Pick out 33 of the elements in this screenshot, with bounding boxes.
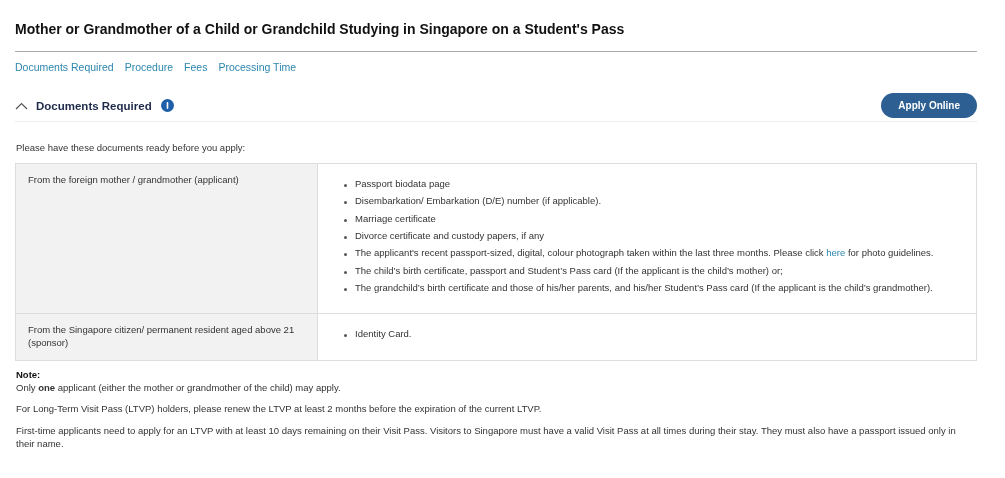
anchor-link[interactable]: Fees [184, 61, 208, 73]
note-text: For Long-Term Visit Pass (LTVP) holders, please renew the LTVP at least 2 months before the expiration of the current LTVP. [16, 403, 543, 417]
bullet-icon [344, 236, 347, 240]
intro-text: Please have these documents ready before you apply: [16, 142, 247, 153]
document-item: The applicant's recent passport-sized, digital, colour photograph taken within the last three months. Please click here for photo guidelines. [355, 247, 934, 260]
apply-online-button[interactable]: Apply Online [881, 93, 977, 118]
document-item: Identity Card. [355, 328, 412, 341]
bullet-icon [344, 184, 347, 187]
anchor-link[interactable]: Procedure [124, 61, 174, 73]
note-heading: Note: [16, 368, 42, 382]
bullet-icon [344, 270, 347, 274]
bullet-icon [344, 218, 347, 222]
section-title: Documents Required [36, 99, 152, 112]
bullet-icon [344, 288, 347, 292]
document-item: Disembarkation/ Embarkation (D/E) number (if applicable). [355, 195, 602, 208]
link[interactable]: here [826, 247, 846, 259]
document-item: Marriage certificate [355, 212, 436, 226]
anchor-link[interactable]: Processing Time [218, 61, 297, 73]
note-text: First-time applicants need to apply for an LTVP with at least 10 days remaining on their Visit Pass. Visitors to Singapore must have a valid Visit Pass at all times during their stay. They must also have a passport issued only in their name. [16, 425, 957, 451]
page-title: Mother or Grandmother of a Child or Grandchild Studying in Singapore on a Student's Pass [15, 0, 977, 52]
document-item: Passport biodata page [355, 178, 451, 191]
chevron-up-icon[interactable] [15, 101, 28, 110]
document-item: The child’s birth certificate, passport and Student’s Pass card (If the applicant is the child’s mother) or; [355, 264, 783, 278]
bullet-icon [344, 253, 347, 257]
anchor-link[interactable]: Documents Required [15, 61, 114, 73]
document-item: The grandchild’s birth certificate and those of his/her parents, and his/her Student’s Pass card (If the applicant is the child’s grandmother). [355, 282, 933, 295]
bullet-icon [344, 201, 347, 205]
note-text: Only one applicant (either the mother or grandmother of the child) may apply. [16, 381, 342, 395]
table-cell: From the Singapore citizen/ permanent resident aged above 21 (sponsor) [15, 313, 318, 361]
bullet-icon [344, 334, 347, 338]
document-item: Divorce certificate and custody papers, if any [355, 230, 545, 243]
info-icon [160, 99, 174, 112]
table-cell: From the foreign mother / grandmother (applicant) [15, 163, 318, 314]
